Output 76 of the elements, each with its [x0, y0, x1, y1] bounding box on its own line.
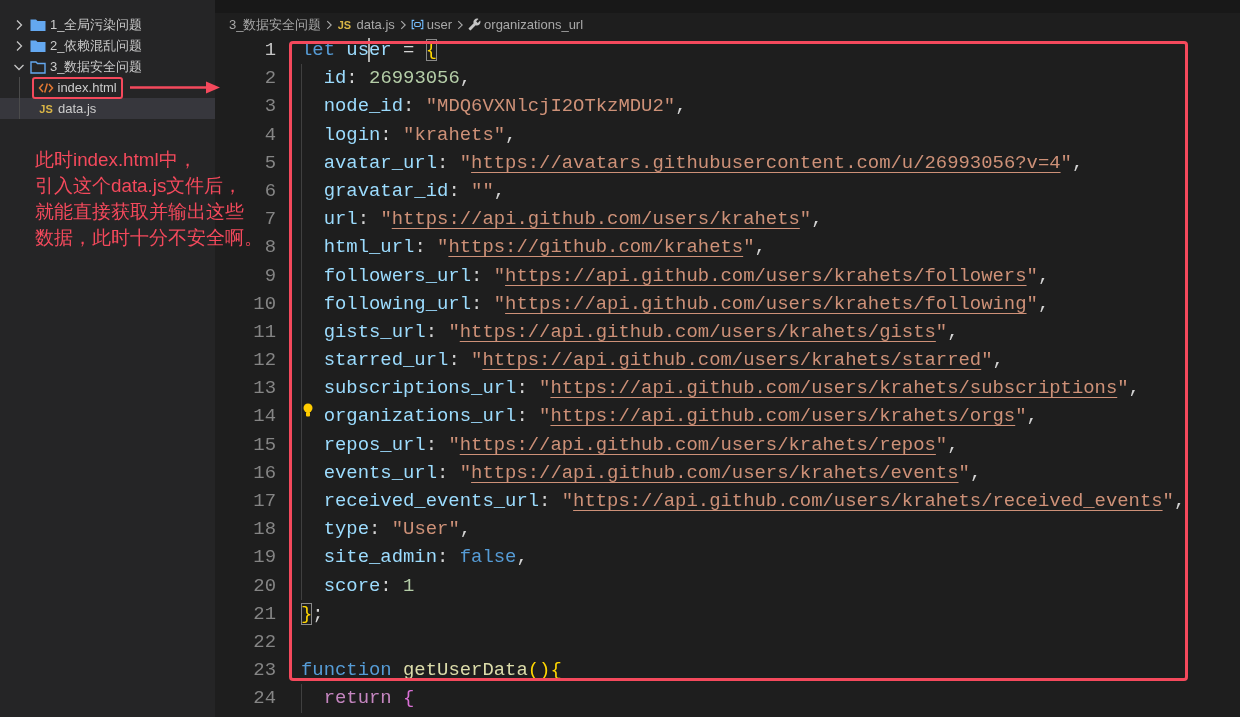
- breadcrumb-item[interactable]: organizations_url: [468, 17, 584, 32]
- line-number: 16: [253, 461, 276, 484]
- breadcrumb-item[interactable]: user: [410, 17, 453, 32]
- line-number: 6: [264, 179, 276, 202]
- tree-item[interactable]: index.html: [37, 79, 117, 96]
- code-line: followers_url: "https://api.github.com/users/krahets/followers",: [323, 263, 1050, 289]
- url-link[interactable]: https://api.github.com/users/krahets/received_events: [573, 490, 1163, 512]
- line-number: 20: [253, 574, 276, 597]
- code-line: id: 26993056,: [323, 66, 472, 92]
- url-link[interactable]: https://api.github.com/users/krahets/gists: [459, 320, 936, 343]
- code-line: avatar_url: "https://avatars.githubusercontent.com/u/26993056?v=4",: [323, 150, 1084, 176]
- line-number: 9: [264, 264, 276, 287]
- code-line: node_id: "MDQ6VXNlcjI2OTkzMDU2",: [323, 94, 687, 120]
- code-line: following_url: "https://api.github.com/users/krahets/following",: [323, 291, 1050, 317]
- line-number: 21: [253, 602, 276, 625]
- tree-item[interactable]: 1_全局污染问题: [11, 16, 143, 33]
- line-number: 5: [264, 151, 276, 174]
- code-line: subscriptions_url: "https://api.github.com/users/krahets/subscriptions",: [323, 376, 1140, 402]
- folder-icon: [30, 17, 46, 32]
- line-number: 15: [253, 433, 276, 456]
- text-cursor: [368, 38, 371, 62]
- code-line: type: "User",: [323, 517, 472, 543]
- code-line: events_url: "https://api.github.com/users/krahets/events",: [323, 460, 982, 486]
- variable-symbol-icon: [410, 18, 424, 31]
- url-link[interactable]: https://avatars.githubusercontent.com/u/26993056?v=4: [471, 151, 1061, 174]
- code-line: received_events_url: "https://api.github.com/users/krahets/received_events",: [323, 489, 1186, 514]
- line-number: 3: [264, 95, 276, 118]
- line-number: 17: [253, 490, 276, 512]
- line-number: 19: [253, 546, 276, 569]
- js-file-icon: JS: [38, 101, 54, 116]
- tree-item[interactable]: JS data.js: [38, 100, 97, 117]
- url-link[interactable]: https://api.github.com/users/krahets: [391, 208, 800, 231]
- code-line: starred_url: "https://api.github.com/users/krahets/starred",: [323, 348, 1004, 374]
- breadcrumb-item[interactable]: JS data.js: [337, 17, 395, 32]
- url-link[interactable]: https://github.com/krahets: [448, 236, 744, 259]
- code-line: site_admin: false,: [323, 545, 528, 571]
- code-line: repos_url: "https://api.github.com/users/krahets/repos",: [323, 432, 959, 458]
- url-link[interactable]: https://api.github.com/users/krahets/subscriptions: [550, 377, 1118, 400]
- breadcrumb-item[interactable]: 3_数据安全问题: [229, 15, 322, 34]
- url-link[interactable]: https://api.github.com/users/krahets/followers: [505, 264, 1027, 287]
- line-number: 1: [264, 39, 276, 61]
- line-number: 7: [264, 208, 276, 231]
- url-link[interactable]: https://api.github.com/users/krahets/following: [505, 292, 1027, 315]
- annotation-note: 此时index.html中， 引入这个data.js文件后， 就能直接获取并输出这些 数据，此时十分不安全啊。: [35, 148, 263, 250]
- line-number: 23: [253, 659, 276, 682]
- line-number: 4: [264, 123, 276, 146]
- line-number: 11: [253, 320, 276, 343]
- tree-item[interactable]: 3_数据安全问题: [11, 58, 143, 75]
- line-number: 8: [264, 236, 276, 259]
- code-line: url: "https://api.github.com/users/krahets",: [323, 207, 823, 233]
- code-line: score: 1: [323, 573, 415, 599]
- code-line: gists_url: "https://api.github.com/users/krahets/gists",: [323, 319, 959, 345]
- lightbulb-icon[interactable]: [303, 403, 313, 418]
- tree-item[interactable]: 2_依赖混乱问题: [11, 37, 143, 54]
- code-line: };: [301, 601, 324, 627]
- url-link[interactable]: https://api.github.com/users/krahets/events: [471, 461, 959, 484]
- line-number: 2: [264, 67, 276, 90]
- url-link[interactable]: https://api.github.com/users/krahets/orgs: [550, 405, 1016, 428]
- wrench-icon: [468, 18, 482, 31]
- code-line: organizations_url: "https://api.github.com/users/krahets/orgs",: [323, 404, 1038, 430]
- js-file-icon: JS: [337, 17, 352, 32]
- code-line: gravatar_id: "",: [323, 178, 506, 204]
- url-link[interactable]: https://api.github.com/users/krahets/repos: [459, 433, 936, 456]
- url-link[interactable]: https://api.github.com/users/krahets/starred: [482, 349, 982, 372]
- line-number: 12: [253, 349, 276, 372]
- code-line: html_url: "https://github.com/krahets",: [323, 235, 766, 261]
- line-number: 14: [253, 405, 276, 428]
- folder-icon: [30, 38, 46, 53]
- line-number: 24: [253, 687, 276, 710]
- code-line: login: "krahets",: [323, 122, 517, 148]
- folder-outline-icon: [30, 59, 46, 74]
- line-number: 18: [253, 518, 276, 541]
- line-number: 22: [253, 630, 276, 653]
- code-line: return {: [323, 686, 415, 712]
- line-number: 10: [253, 292, 276, 315]
- line-number: 13: [253, 377, 276, 400]
